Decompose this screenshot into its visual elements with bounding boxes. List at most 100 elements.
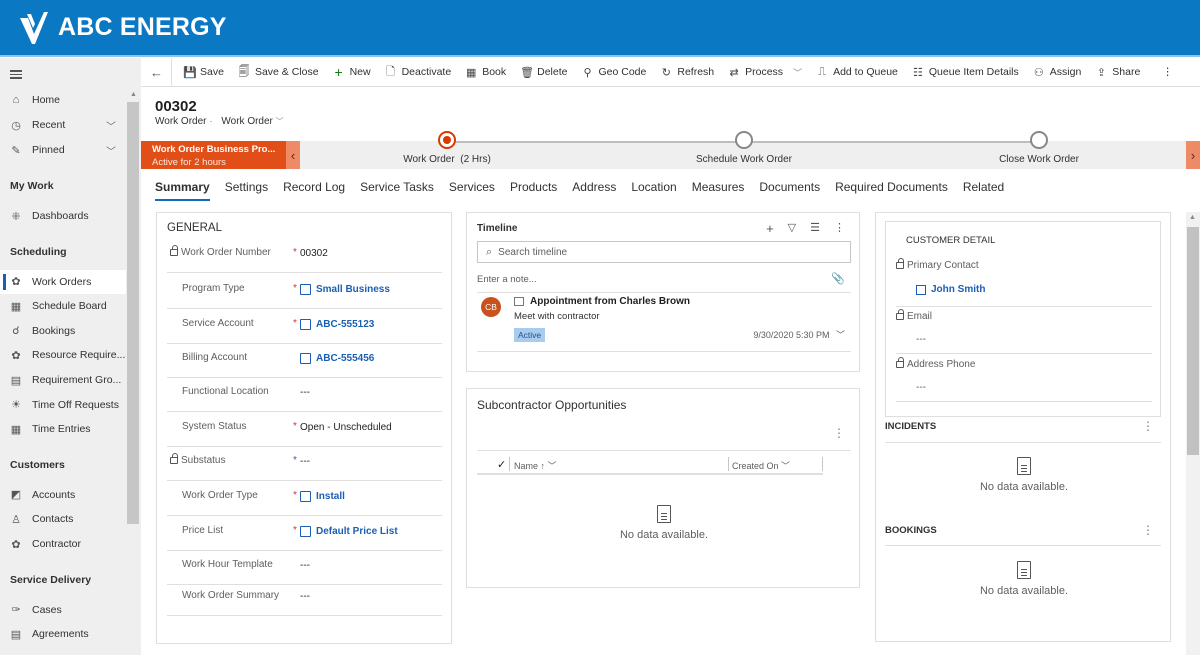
tab-related[interactable]: Related [963, 180, 1004, 199]
more-icon[interactable]: ⋮ [834, 221, 845, 236]
status-badge: Active [514, 328, 546, 342]
sidebar-item-work-orders[interactable]: ✿ Work Orders [0, 269, 126, 294]
field-value: --- [300, 387, 310, 398]
column-name[interactable]: Name ↑ ﹀ [514, 459, 557, 472]
book-button[interactable]: ▦ Book [458, 58, 513, 87]
sidebar-item-contacts[interactable]: ♙ Contacts [0, 507, 126, 531]
more-commands-button[interactable]: ⋮ [1155, 58, 1180, 87]
field-price-list: Price List * Default Price List [167, 517, 442, 551]
delete-button[interactable]: 🗑 Delete [513, 58, 574, 87]
sidebar-item-recent[interactable]: ◷ Recent ﹀ [0, 113, 126, 137]
field-value[interactable]: Small Business [300, 284, 390, 295]
tab-service-tasks[interactable]: Service Tasks [360, 180, 434, 199]
process-button[interactable]: ⇄ Process ﹀ [721, 58, 809, 87]
activity-title[interactable]: Appointment from Charles Brown [514, 296, 690, 307]
required-indicator: * [293, 247, 297, 258]
bpf-stage[interactable]: Schedule Work Order [664, 131, 824, 165]
appointment-icon [514, 297, 524, 306]
sidebar-item-time-off-requests[interactable]: ☀ Time Off Requests [0, 393, 126, 417]
stage-circle-icon [735, 131, 753, 149]
tab-services[interactable]: Services [449, 180, 495, 199]
tab-products[interactable]: Products [510, 180, 557, 199]
add-to-queue-button[interactable]: ⎍ Add to Queue [809, 58, 905, 87]
sidebar-scrollbar[interactable]: ▲ [127, 88, 139, 655]
field-value[interactable]: Install [300, 491, 345, 502]
sidebar-item-schedule-board[interactable]: ▦ Schedule Board [0, 294, 126, 318]
bpf-stage[interactable]: Close Work Order [959, 131, 1119, 165]
back-button[interactable]: ← [141, 57, 172, 87]
deactivate-button[interactable]: 🗋 Deactivate [378, 58, 459, 87]
active-stage-icon [438, 131, 456, 149]
field-label: Service Account [182, 318, 254, 329]
field-value: --- [300, 456, 310, 467]
field-label: Substatus [170, 453, 225, 466]
chevron-down-icon[interactable]: ﹀ [106, 143, 116, 158]
share-button[interactable]: ⇪ Share [1088, 58, 1147, 87]
sidebar-item-contractor[interactable]: ✿ Contractor [0, 532, 126, 556]
field-value[interactable]: ABC-555123 [300, 319, 374, 330]
sidebar-item-cases[interactable]: ✑ Cases [0, 598, 126, 622]
field-value[interactable]: ABC-555456 [300, 353, 374, 364]
sidebar-item-pinned[interactable]: ✎ Pinned ﹀ [0, 138, 126, 162]
save-button[interactable]: 💾 Save [176, 58, 231, 87]
tab-address[interactable]: Address [572, 180, 616, 199]
save-close-button[interactable]: 🗐 Save & Close [231, 58, 326, 87]
field-system-status: System Status * Open - Unscheduled [167, 413, 442, 447]
record-subtitle: Work Order · Work Order ﹀ [155, 116, 284, 127]
required-indicator: * [293, 318, 297, 329]
chevron-down-icon[interactable]: ﹀ [106, 118, 116, 133]
tab-summary[interactable]: Summary [155, 180, 210, 201]
search-icon: ⌕ [486, 245, 493, 258]
form-selector[interactable]: Work Order ﹀ [221, 116, 283, 127]
more-icon[interactable]: ⋮ [1142, 523, 1154, 537]
timeline-title: Timeline [477, 223, 518, 234]
tab-measures[interactable]: Measures [692, 180, 745, 199]
queue-item-details-button[interactable]: ☷ Queue Item Details [905, 58, 1026, 87]
bpf-stage[interactable]: Work Order (2 Hrs) [367, 131, 527, 165]
save-icon: 💾 [183, 66, 197, 79]
sidebar-item-home[interactable]: ⌂ Home [0, 88, 126, 112]
process-flag[interactable]: Work Order Business Pro... Active for 2 … [141, 141, 286, 169]
tab-documents[interactable]: Documents [759, 180, 820, 199]
sidebar-item-requirement-gro[interactable]: ▤ Requirement Gro... [0, 368, 126, 392]
sidebar-item-dashboards[interactable]: ⁜ Dashboards [0, 204, 126, 228]
filter-icon[interactable]: ▽ [788, 221, 796, 236]
sidebar-item-time-entries[interactable]: ▦ Time Entries [0, 417, 126, 441]
attachment-icon[interactable]: 📎 [831, 272, 845, 285]
bookings-icon: ☌ [12, 325, 20, 338]
timeline-search-input[interactable]: ⌕ Search timeline [477, 241, 851, 263]
bpf-prev-button[interactable]: ‹ [286, 141, 300, 169]
more-icon[interactable]: ⋮ [1142, 419, 1154, 433]
sidebar-item-accounts[interactable]: ◩ Accounts [0, 483, 126, 507]
geo-code-button[interactable]: ⚲ Geo Code [574, 58, 653, 87]
more-icon[interactable]: ⋮ [833, 426, 845, 440]
field-value[interactable]: Default Price List [300, 526, 398, 537]
refresh-button[interactable]: ↻ Refresh [653, 58, 721, 87]
tab-required-documents[interactable]: Required Documents [835, 180, 948, 199]
sidebar-item-resource-require[interactable]: ✿ Resource Require... [0, 343, 126, 367]
pin-icon: ✎ [11, 144, 21, 157]
new-button[interactable]: + New [326, 58, 378, 87]
hamburger-menu-icon[interactable] [10, 68, 22, 81]
expand-chevron-icon[interactable]: ﹀ [836, 330, 845, 340]
note-input[interactable]: Enter a note... 📎 [477, 272, 851, 285]
select-all-checkbox[interactable]: ✓ [497, 458, 506, 471]
assign-button[interactable]: ⚇ Assign [1026, 58, 1089, 87]
primary-contact-link[interactable]: John Smith [916, 284, 985, 295]
main-scrollbar[interactable]: ▲ [1186, 212, 1200, 655]
column-created-on[interactable]: Created On ﹀ [732, 459, 790, 472]
email-label: Email [896, 309, 932, 322]
sidebar-item-bookings[interactable]: ☌ Bookings [0, 319, 126, 343]
field-value: --- [300, 560, 310, 571]
tab-location[interactable]: Location [631, 180, 676, 199]
add-icon[interactable]: + [766, 221, 774, 236]
field-label: Program Type [182, 283, 245, 294]
bpf-next-button[interactable]: › [1186, 141, 1200, 169]
incidents-title: INCIDENTS [885, 421, 937, 432]
sidebar-item-agreements[interactable]: ▤ Agreements [0, 622, 126, 646]
bookings-title: BOOKINGS [885, 525, 937, 536]
sort-list-icon[interactable]: ☰ [810, 221, 820, 236]
tab-record-log[interactable]: Record Log [283, 180, 345, 199]
field-substatus: Substatus * --- [167, 447, 442, 481]
tab-settings[interactable]: Settings [225, 180, 268, 199]
